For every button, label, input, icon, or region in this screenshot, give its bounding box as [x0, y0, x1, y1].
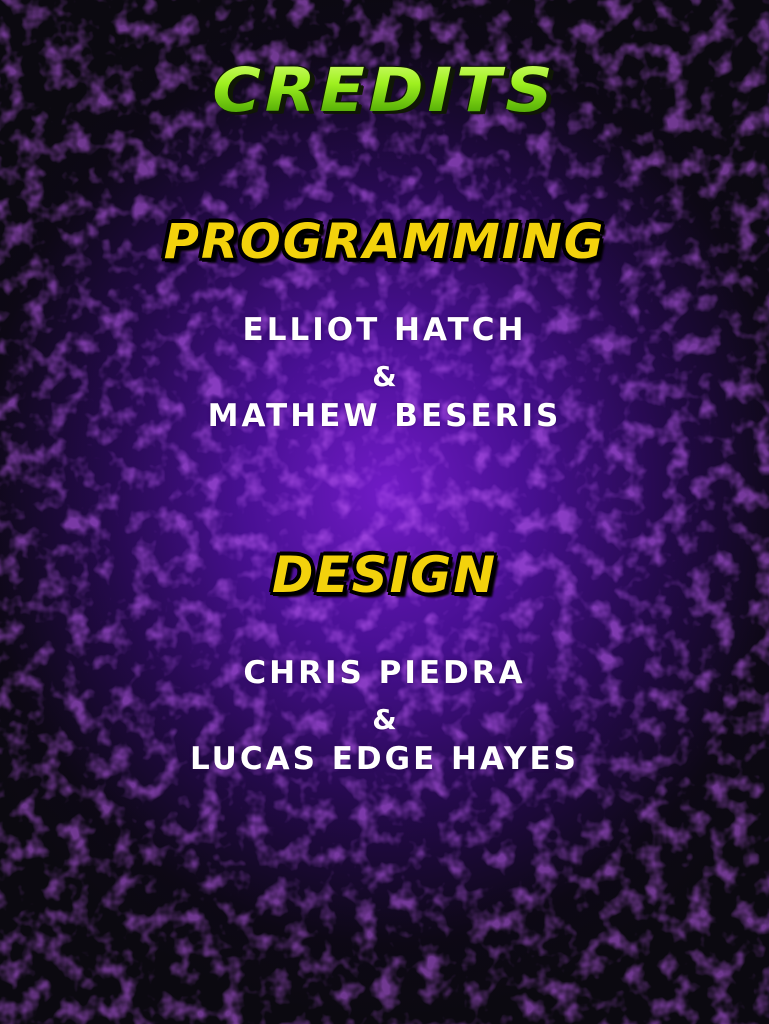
credits-screen: CREDITS PROGRAMMING ELLIOT HATCH & MATHE…: [0, 0, 769, 1024]
designer-name-2: LUCAS EDGE HAYES: [190, 741, 579, 777]
design-heading: DESIGN: [271, 546, 498, 604]
designer-name-1: CHRIS PIEDRA: [243, 655, 526, 691]
design-ampersand: &: [372, 703, 397, 736]
programmer-name-1: ELLIOT HATCH: [242, 312, 527, 348]
programming-heading: PROGRAMMING: [163, 214, 606, 270]
programmer-name-2: MATHEW BESERIS: [207, 398, 562, 434]
programming-ampersand: &: [372, 360, 397, 393]
credits-title: CREDITS: [0, 55, 769, 126]
background-filament-texture: [0, 0, 769, 1024]
